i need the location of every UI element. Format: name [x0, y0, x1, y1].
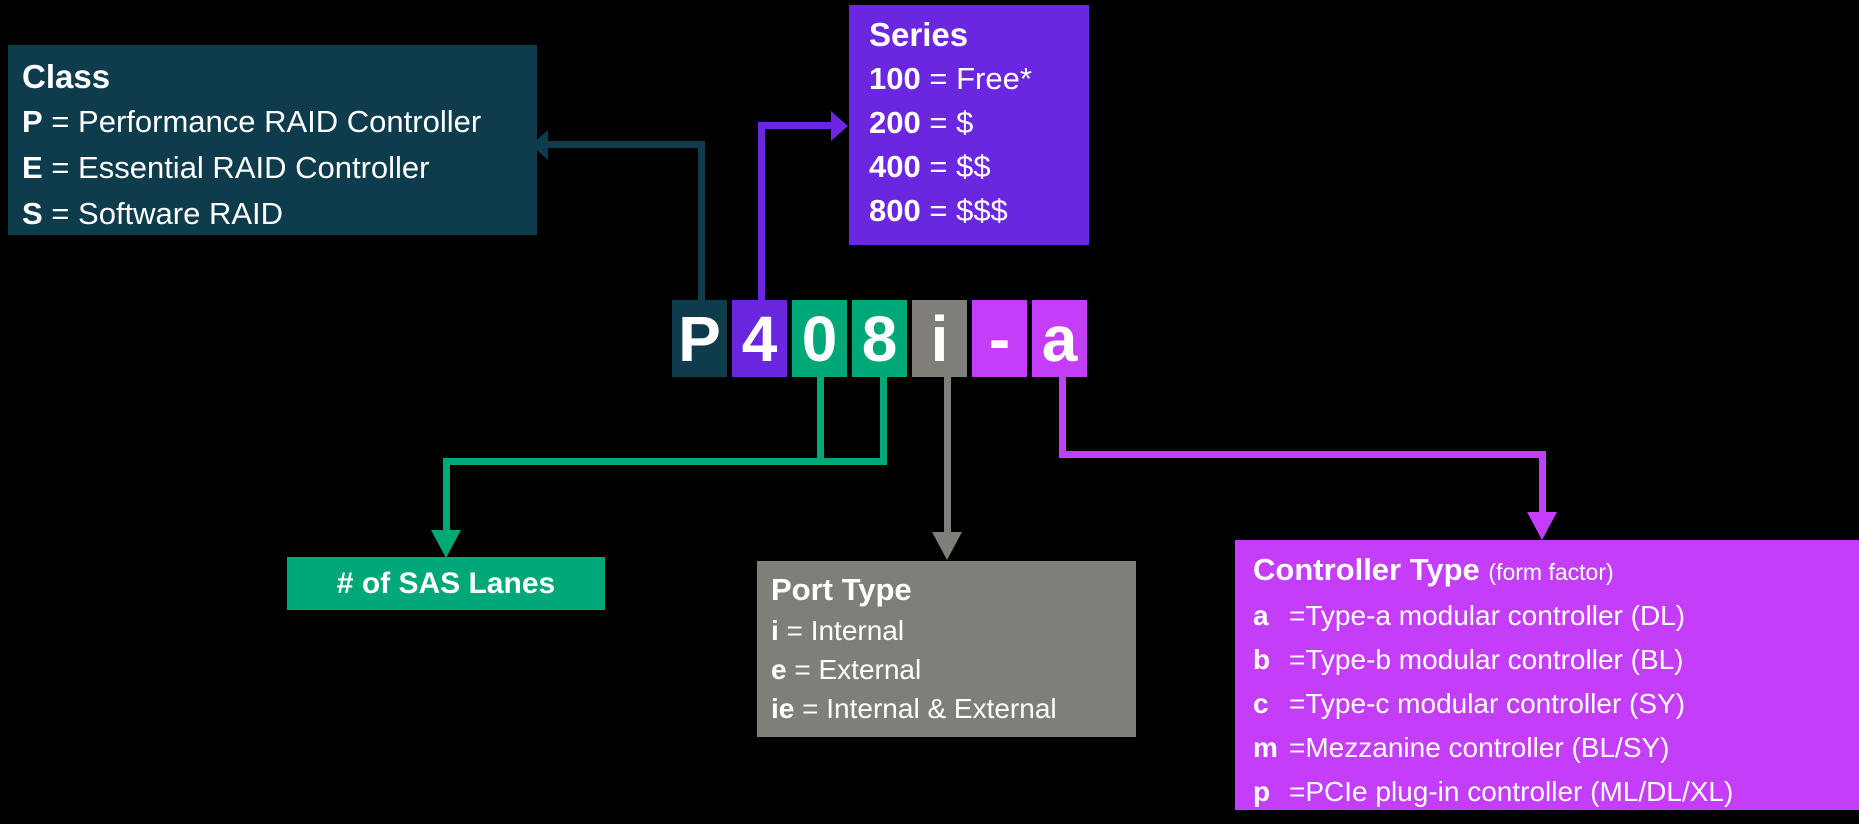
- lanes-connector-horizontal: [443, 458, 887, 465]
- port-row-ie-key: ie: [771, 693, 795, 724]
- class-row-p-sep: =: [42, 104, 79, 139]
- sas-lanes-box-title: # of SAS Lanes: [336, 566, 556, 600]
- class-row-e-value: Essential RAID Controller: [78, 150, 430, 185]
- part-tile-lanes-0: 0: [792, 300, 847, 377]
- controller-row-p-value: PCIe plug-in controller (ML/DL/XL): [1305, 776, 1734, 807]
- class-row-s-key: S: [22, 196, 43, 231]
- part-tile-lanes-8: 8: [852, 300, 907, 377]
- controller-box-title: Controller Type (form factor): [1253, 548, 1859, 594]
- controller-row-c-key: c: [1253, 688, 1269, 719]
- series-row-100-value: Free*: [956, 61, 1032, 96]
- controller-type-legend-box: Controller Type (form factor) a = Type-a …: [1235, 540, 1859, 810]
- controller-row-c-value: Type-c modular controller (SY): [1305, 688, 1686, 719]
- controller-connector-vertical: [1059, 375, 1066, 458]
- series-row-400: 400 = $$: [869, 145, 1089, 189]
- lanes-connector-dropdown: [443, 458, 450, 534]
- class-row-p-value: Performance RAID Controller: [78, 104, 482, 139]
- port-box-title: Port Type: [771, 572, 912, 607]
- port-row-ie-sep: =: [794, 693, 827, 724]
- port-connector-vertical: [944, 375, 951, 535]
- controller-row-a: a = Type-a modular controller (DL): [1253, 594, 1859, 638]
- port-row-e-sep: =: [786, 654, 819, 685]
- diagram-canvas: Class P = Performance RAID Controller E …: [0, 0, 1859, 824]
- controller-box-title-text: Controller Type: [1253, 552, 1480, 587]
- controller-row-p-sep: =: [1289, 776, 1306, 807]
- port-row-i-sep: =: [778, 615, 811, 646]
- controller-row-m: m = Mezzanine controller (BL/SY): [1253, 726, 1859, 770]
- series-row-800-key: 800: [869, 193, 921, 228]
- class-row-p: P = Performance RAID Controller: [22, 99, 523, 145]
- series-connector-horizontal: [758, 122, 835, 129]
- controller-box-subtitle: (form factor): [1488, 559, 1614, 585]
- port-row-i-value: Internal: [810, 615, 905, 646]
- controller-row-c-sep: =: [1289, 688, 1306, 719]
- controller-row-a-value: Type-a modular controller (DL): [1305, 600, 1686, 631]
- controller-row-m-sep: =: [1289, 732, 1306, 763]
- series-row-400-key: 400: [869, 149, 921, 184]
- port-connector-arrowhead: [932, 532, 962, 560]
- port-row-i-key: i: [771, 615, 779, 646]
- class-legend-box: Class P = Performance RAID Controller E …: [8, 45, 537, 235]
- controller-connector-arrowhead: [1527, 512, 1557, 540]
- lanes-connector-vertical-8: [880, 375, 887, 465]
- part-tile-dash: -: [972, 300, 1027, 377]
- port-row-ie: ie = Internal & External: [771, 689, 1136, 728]
- class-box-title: Class: [22, 58, 111, 95]
- port-type-legend-box: Port Type i = Internal e = External ie =…: [757, 561, 1136, 737]
- controller-row-m-value: Mezzanine controller (BL/SY): [1305, 732, 1670, 763]
- class-row-s: S = Software RAID: [22, 191, 523, 237]
- controller-row-b-value: Type-b modular controller (BL): [1305, 644, 1684, 675]
- series-row-800: 800 = $$$: [869, 189, 1089, 233]
- class-connector-vertical: [698, 141, 705, 303]
- controller-row-p: p = PCIe plug-in controller (ML/DL/XL): [1253, 770, 1859, 814]
- class-row-p-key: P: [22, 104, 43, 139]
- controller-row-c: c = Type-c modular controller (SY): [1253, 682, 1859, 726]
- series-legend-box: Series 100 = Free* 200 = $ 400 = $$ 800 …: [849, 5, 1089, 245]
- lanes-connector-arrowhead: [431, 530, 461, 558]
- class-row-e-key: E: [22, 150, 43, 185]
- controller-row-b: b = Type-b modular controller (BL): [1253, 638, 1859, 682]
- class-row-e: E = Essential RAID Controller: [22, 145, 523, 191]
- port-row-i: i = Internal: [771, 611, 1136, 650]
- series-connector-arrowhead: [831, 111, 848, 141]
- series-row-400-sep: =: [920, 149, 957, 184]
- part-number-string: P 4 0 8 i - a: [672, 300, 1087, 377]
- series-row-100: 100 = Free*: [869, 57, 1089, 101]
- part-tile-series: 4: [732, 300, 787, 377]
- class-row-e-sep: =: [42, 150, 79, 185]
- series-row-200-sep: =: [920, 105, 957, 140]
- port-row-e-value: External: [818, 654, 922, 685]
- controller-connector-horizontal: [1059, 451, 1546, 458]
- controller-row-b-sep: =: [1289, 644, 1306, 675]
- class-row-s-sep: =: [42, 196, 79, 231]
- series-row-800-value: $$$: [956, 193, 1008, 228]
- series-row-100-key: 100: [869, 61, 921, 96]
- class-row-s-value: Software RAID: [78, 196, 284, 231]
- series-row-200-value: $: [956, 105, 974, 140]
- port-row-e: e = External: [771, 650, 1136, 689]
- controller-row-a-key: a: [1253, 600, 1269, 631]
- series-row-800-sep: =: [920, 193, 957, 228]
- class-connector-horizontal: [547, 141, 705, 148]
- series-row-200-key: 200: [869, 105, 921, 140]
- series-row-400-value: $$: [956, 149, 991, 184]
- controller-row-a-sep: =: [1289, 600, 1306, 631]
- controller-connector-dropdown: [1539, 451, 1546, 516]
- controller-row-p-key: p: [1253, 776, 1271, 807]
- part-tile-controller: a: [1032, 300, 1087, 377]
- series-row-200: 200 = $: [869, 101, 1089, 145]
- sas-lanes-box: # of SAS Lanes: [287, 557, 605, 610]
- port-row-e-key: e: [771, 654, 787, 685]
- part-tile-class: P: [672, 300, 727, 377]
- part-tile-port: i: [912, 300, 967, 377]
- lanes-connector-vertical-0: [817, 375, 824, 465]
- series-box-title: Series: [869, 16, 969, 53]
- controller-row-m-key: m: [1253, 732, 1278, 763]
- series-connector-vertical: [758, 122, 765, 303]
- controller-row-b-key: b: [1253, 644, 1271, 675]
- series-row-100-sep: =: [920, 61, 957, 96]
- port-row-ie-value: Internal & External: [826, 693, 1057, 724]
